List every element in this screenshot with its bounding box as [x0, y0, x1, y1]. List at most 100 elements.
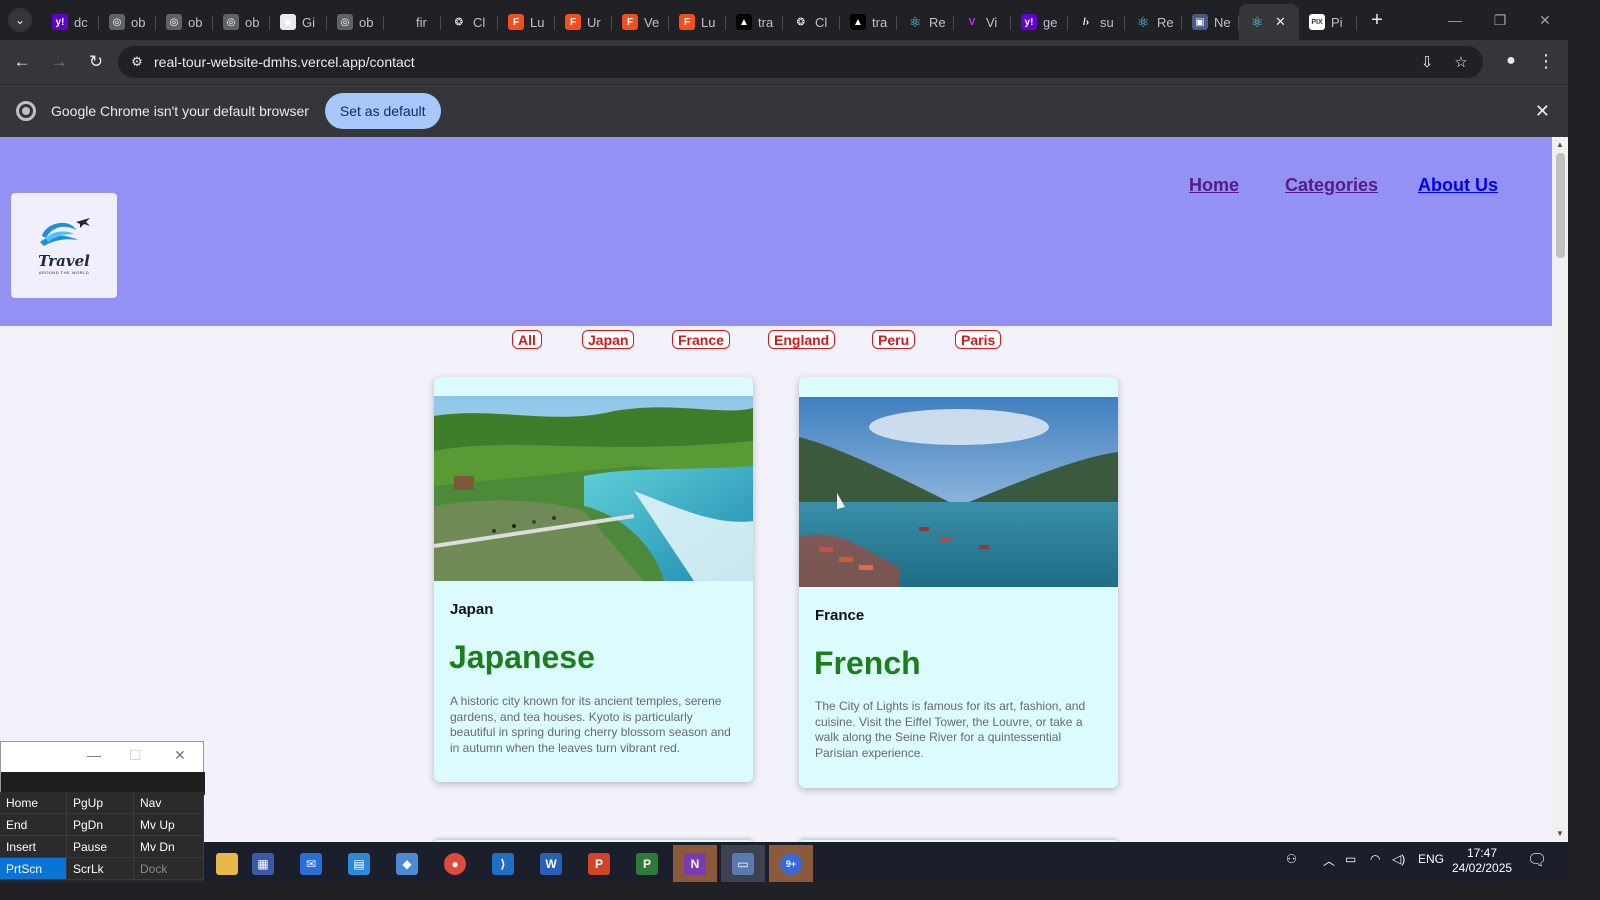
key-dock[interactable]: Dock [134, 858, 204, 880]
filter-france-button[interactable]: France [672, 330, 730, 349]
key-nav[interactable]: Nav [134, 792, 204, 814]
browser-tab[interactable]: ◎ ob [99, 7, 156, 37]
browser-tab[interactable]: ⚛ Re [1125, 7, 1182, 37]
tab-active[interactable]: ⚛ ✕ [1239, 4, 1299, 40]
nav-about-link[interactable]: About Us [1418, 175, 1498, 196]
browser-tab[interactable]: F Lu [498, 7, 555, 37]
scroll-down-icon[interactable]: ▼ [1556, 829, 1564, 838]
forward-button[interactable]: → [43, 46, 75, 78]
react-icon: ⚛ [1250, 13, 1264, 30]
bookmark-star-icon[interactable]: ☆ [1449, 50, 1473, 74]
chrome-menu-icon[interactable]: ⋮ [1536, 48, 1556, 74]
browser-tab[interactable]: ◎ ob [327, 7, 384, 37]
minimize-icon[interactable]: — [87, 747, 101, 763]
browser-tab[interactable]: F Lu [669, 7, 726, 37]
browser-tab[interactable]: F Ur [555, 7, 612, 37]
battery-icon[interactable]: ▭ [1345, 852, 1356, 866]
close-window-button[interactable]: ✕ [1522, 0, 1568, 40]
app-icon[interactable]: ▤ [337, 845, 381, 882]
mail-icon[interactable]: ✉ [289, 845, 333, 882]
app-icon[interactable]: ▭ [721, 845, 765, 882]
chrome-icon[interactable]: ● [433, 845, 477, 882]
destination-card-france[interactable]: France French The City of Lights is famo… [799, 377, 1118, 788]
scroll-up-icon[interactable]: ▲ [1556, 140, 1564, 149]
people-icon[interactable]: ⚇ [1286, 852, 1297, 866]
scroll-thumb[interactable] [1556, 153, 1565, 258]
browser-tab[interactable]: ❂ Cl [783, 7, 840, 37]
key-pgdn[interactable]: PgDn [67, 814, 134, 836]
browser-tab[interactable]: ◎ ob [213, 7, 270, 37]
project-icon[interactable]: P [625, 845, 669, 882]
minimize-button[interactable]: — [1432, 0, 1478, 40]
back-button[interactable]: ← [6, 46, 38, 78]
url-text[interactable]: real-tour-website-dmhs.vercel.app/contac… [154, 54, 415, 70]
store-icon[interactable]: ▦ [241, 845, 285, 882]
key-mv-dn[interactable]: Mv Dn [134, 836, 204, 858]
site-info-icon[interactable]: ⚙ [122, 54, 152, 70]
browser-tab[interactable]: V Vi [954, 7, 1011, 37]
powerpoint-icon[interactable]: P [577, 845, 621, 882]
key-end[interactable]: End [0, 814, 67, 836]
filter-england-button[interactable]: England [768, 330, 836, 349]
set-default-button[interactable]: Set as default [324, 93, 441, 129]
key-insert[interactable]: Insert [0, 836, 67, 858]
word-icon[interactable]: W [529, 845, 573, 882]
filter-paris-button[interactable]: Paris [955, 330, 1002, 349]
close-tab-icon[interactable]: ✕ [1275, 14, 1286, 30]
site-logo[interactable]: Travel AROUND THE WORLD [11, 193, 117, 298]
page-scrollbar[interactable]: ▲ ▼ [1552, 137, 1568, 842]
browser-tab[interactable]: ▲ tra [726, 7, 783, 37]
key-mv-up[interactable]: Mv Up [134, 814, 204, 836]
browser-tab[interactable]: ⚛ Re [897, 7, 954, 37]
keyboard-titlebar[interactable]: — ☐ ✕ [1, 742, 203, 772]
browser-tab[interactable]: ◎ ob [156, 7, 213, 37]
chevron-up-icon[interactable]: ︿ [1323, 852, 1335, 869]
react-icon: ⚛ [1135, 13, 1151, 30]
vscode-icon[interactable]: ⟩ [481, 845, 525, 882]
key-pause[interactable]: Pause [67, 836, 134, 858]
profile-avatar-icon[interactable]: ● [1498, 48, 1524, 74]
filter-japan-button[interactable]: Japan [582, 330, 635, 349]
tab-search-button[interactable]: ⌄ [8, 8, 32, 32]
browser-tab[interactable]: ❂ Cl [441, 7, 498, 37]
volume-icon[interactable]: ◁) [1392, 852, 1405, 866]
browser-tab[interactable]: ▣ Ne [1182, 7, 1239, 37]
key-home[interactable]: Home [0, 792, 67, 814]
browser-tab[interactable]: y! ge [1011, 7, 1068, 37]
restore-button[interactable]: ❐ [1477, 0, 1523, 40]
language-indicator[interactable]: ENG [1418, 852, 1444, 866]
onenote-icon[interactable]: N [673, 845, 717, 882]
close-icon[interactable]: ✕ [174, 747, 186, 764]
notification-app-icon[interactable]: 9+ [769, 845, 813, 882]
install-app-icon[interactable]: ⇩ [1415, 50, 1439, 74]
key-scrlk[interactable]: ScrLk [67, 858, 134, 880]
figma-icon: F [622, 14, 638, 30]
nav-categories-link[interactable]: Categories [1285, 175, 1378, 196]
keyboard-keys: Home PgUp Nav End PgDn Mv Up Insert Pause Mv Dn P… [0, 792, 204, 882]
key-pgup[interactable]: PgUp [67, 792, 134, 814]
wifi-icon[interactable]: ◠ [1370, 852, 1380, 866]
tab-label: dc [74, 14, 88, 30]
tab-label: ge [1043, 14, 1058, 30]
browser-tab[interactable]: ▲ tra [840, 7, 897, 37]
tab-last[interactable]: PIX Pi [1299, 7, 1357, 37]
reload-button[interactable]: ↻ [80, 46, 112, 78]
browser-tab[interactable]: /› su [1068, 7, 1125, 37]
browser-tab[interactable]: fir [384, 7, 441, 37]
maximize-icon[interactable]: ☐ [129, 747, 142, 764]
filter-peru-button[interactable]: Peru [872, 330, 916, 349]
browser-tab[interactable]: F Ve [612, 7, 669, 37]
filter-all-button[interactable]: All [512, 330, 542, 349]
key-prtscn[interactable]: PrtScn [0, 858, 67, 880]
app-icon[interactable]: ◆ [385, 845, 429, 882]
browser-tab[interactable]: y! dc [42, 7, 99, 37]
destination-card-japan[interactable]: Japan Japanese A historic city known for… [434, 377, 753, 782]
notifications-icon[interactable]: 🗨 [1527, 850, 1547, 870]
address-bar[interactable]: ⚙ real-tour-website-dmhs.vercel.app/cont… [118, 46, 1483, 78]
taskbar-clock[interactable]: 17:47 24/02/2025 [1452, 846, 1512, 876]
new-tab-button[interactable]: + [1363, 6, 1391, 34]
infobar-close-icon[interactable]: ✕ [1535, 101, 1550, 122]
browser-tab[interactable]: ◆ Gi [270, 7, 327, 37]
nav-home-link[interactable]: Home [1189, 175, 1239, 196]
chrome-logo-icon [16, 101, 36, 121]
